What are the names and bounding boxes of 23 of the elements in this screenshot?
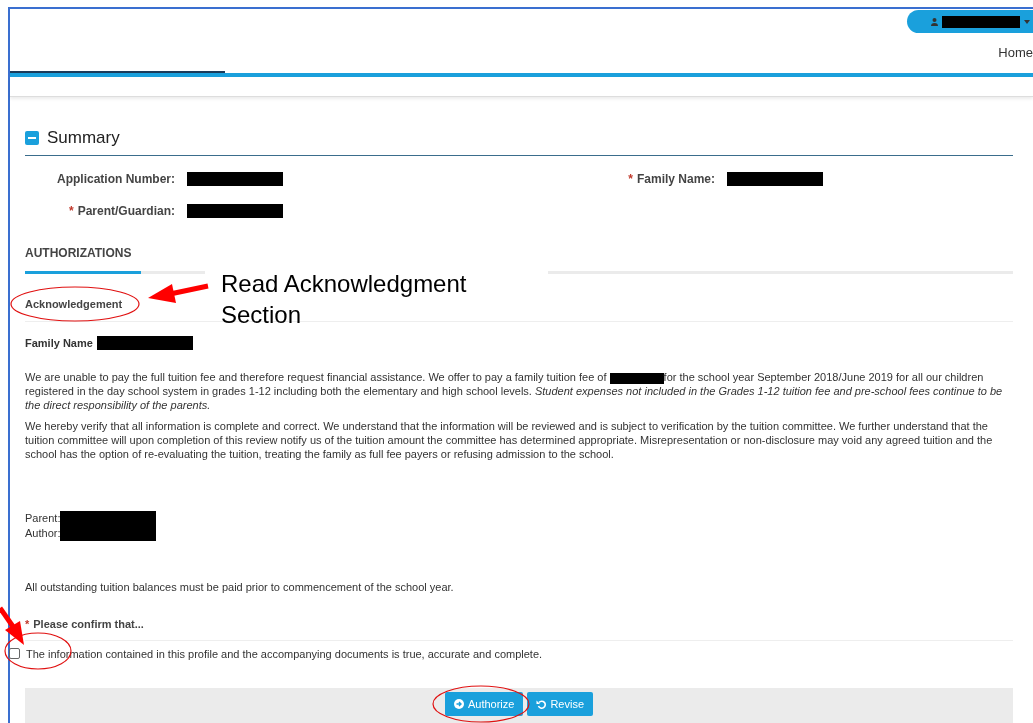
arrow: [0, 606, 24, 645]
notice-text: All outstanding tuition balances must be paid prior to commencement of the school year.: [25, 580, 455, 595]
checkbox[interactable]: [9, 648, 20, 660]
caret-icon: [1024, 19, 1030, 24]
arrow-circle-icon: [453, 699, 464, 709]
undo-icon: [536, 699, 547, 709]
field-label: * Parent/Guardian:: [67, 202, 175, 220]
confirm-label: * Please confirm that...: [25, 617, 144, 630]
signature-label: Author:: [25, 526, 61, 542]
subsection-heading: Acknowledgement: [25, 297, 123, 310]
collapse-icon[interactable]: [25, 130, 39, 145]
user-icon: [931, 17, 938, 26]
nav-link[interactable]: Home: [998, 43, 1033, 63]
field-label: * Family Name:: [627, 170, 715, 188]
field-label: Application Number:: [56, 170, 175, 188]
section-title: Summary: [47, 127, 120, 149]
family-name-label: Family Name: [25, 335, 93, 351]
callout-text: Read Acknowledgment Section: [221, 269, 468, 330]
paragraph: We hereby verify that all information is complete and correct. We understand that the information will be reviewed and is subject to verification by the tuition committee. We further understand that the tuition committee will upon completion of this review notify us of the tuition amount the committee has determined appropriate. Misrepresentation or non-disclosure may void any agreed tuition and the school has the option of re-evaluating the tuition, treating the family as full fee payers or refusing admission to the school.: [25, 419, 994, 461]
arrow: [148, 283, 209, 303]
user-menu[interactable]: [907, 10, 1033, 33]
signature-label: Parent:: [25, 511, 61, 527]
tab[interactable]: AUTHORIZATIONS: [25, 243, 141, 274]
